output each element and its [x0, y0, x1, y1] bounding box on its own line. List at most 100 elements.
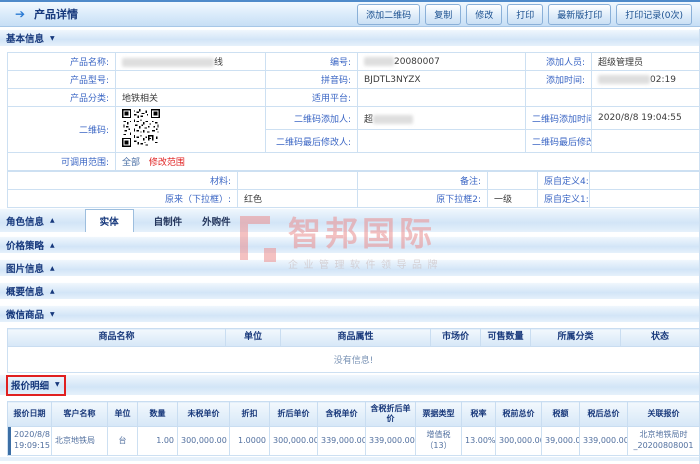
section-header-role-info[interactable]: 角色信息 ▲ 实体 自制件 外购件: [0, 208, 699, 232]
custom1-value: [590, 190, 700, 208]
goods-col-name: 商品名称: [8, 329, 226, 347]
section-header-wechat-goods[interactable]: 微信商品 ▼: [0, 305, 699, 322]
quote-related-quote: 北京地铁局时_20200808001: [628, 427, 700, 456]
category-value: 地铁相关: [116, 89, 266, 107]
print-record-button[interactable]: 打印记录(0次): [616, 4, 692, 25]
goods-table: 商品名称 单位 商品属性 市场价 可售数量 所属分类 状态 没有信息!: [7, 328, 700, 373]
no-info-text: 没有信息!: [8, 347, 700, 373]
role-tab-strip: 实体 自制件 外购件: [71, 209, 241, 232]
platform-label: 适用平台:: [266, 89, 358, 107]
qr-code: [122, 109, 160, 147]
section-header-image-info[interactable]: 图片信息 ▲: [0, 259, 699, 276]
quote-tax-rate: 13.00%: [462, 427, 496, 456]
quote-tax-amount: 39,000.00: [542, 427, 580, 456]
add-qrcode-button[interactable]: 添加二维码: [357, 4, 420, 25]
qr-modified-by-label: 二维码最后修改人:: [266, 130, 358, 153]
old-dropdown-value: 红色: [238, 190, 358, 208]
added-by-label: 添加人员:: [526, 53, 592, 71]
qrcode-label: 二维码:: [8, 107, 116, 153]
section-label-basic-info: 基本信息: [6, 31, 44, 45]
quote-col-price-after-discount: 折后单价: [270, 402, 318, 427]
quote-row[interactable]: 2020/8/8 19:09:15 北京地铁局 台 1.00 300,000.0…: [8, 427, 700, 456]
old-dropdown2-label: 原下拉框2:: [358, 190, 488, 208]
goods-col-unit: 单位: [226, 329, 281, 347]
product-name-value: 线: [116, 53, 266, 71]
quote-header-row: 报价日期 客户名称 单位 数量 未税单价 折扣 折后单价 含税单价 含税折后单价…: [8, 402, 700, 427]
material-label: 材料:: [8, 172, 238, 190]
model-label: 产品型号:: [8, 71, 116, 89]
quote-col-price-incl-tax-after-discount: 含税折后单价: [366, 402, 416, 427]
quote-total-after-tax: 339,000.00: [580, 427, 628, 456]
qr-modified-time-value: [592, 130, 700, 153]
added-time-value: 02:19: [592, 71, 700, 89]
redacted-text: [373, 115, 413, 124]
section-label-role-info: 角色信息: [6, 214, 44, 228]
goods-col-category: 所属分类: [531, 329, 621, 347]
remark-label: 备注:: [358, 172, 488, 190]
section-header-basic-info[interactable]: 基本信息 ▼: [0, 29, 699, 46]
quote-col-price-excl-tax: 未税单价: [178, 402, 230, 427]
quote-col-total-before-tax: 税前总价: [496, 402, 542, 427]
quote-col-discount: 折扣: [230, 402, 270, 427]
modify-scope-link[interactable]: 修改范围: [149, 158, 185, 168]
print-latest-button[interactable]: 最新版打印: [548, 4, 611, 25]
section-header-price-strategy[interactable]: 价格策略 ▲: [0, 236, 699, 253]
copy-button[interactable]: 复制: [425, 4, 461, 25]
print-button[interactable]: 打印: [507, 4, 543, 25]
scope-value: 全部 修改范围: [116, 153, 700, 171]
modify-button[interactable]: 修改: [466, 4, 502, 25]
chevron-down-icon: ▼: [50, 35, 55, 42]
qr-added-by-value: 超: [358, 107, 526, 130]
quote-col-date: 报价日期: [8, 402, 52, 427]
chevron-up-icon: ▲: [50, 217, 55, 224]
title-arrow-icon: ➔: [15, 8, 25, 20]
old-dropdown2-value: 一级: [488, 190, 538, 208]
product-name-label: 产品名称:: [8, 53, 116, 71]
goods-empty-row: 没有信息!: [8, 347, 700, 373]
quote-col-tax-rate: 税率: [462, 402, 496, 427]
title-bar: ➔ 产品详情 添加二维码 复制 修改 打印 最新版打印 打印记录(0次): [0, 0, 700, 27]
annotation-red-box: 报价明细 ▼: [6, 375, 66, 396]
page-content: 基本信息 ▼ 产品名称: 线 编号: 20080007 添加人员: 超级管理员 …: [0, 29, 700, 464]
custom1-label: 原自定义1:: [538, 190, 590, 208]
quote-col-tax-amount: 税额: [542, 402, 580, 427]
section-label-price-strategy: 价格策略: [6, 238, 44, 252]
quote-unit-link[interactable]: 台: [108, 427, 138, 456]
tab-self-made[interactable]: 自制件: [144, 209, 193, 232]
quote-table: 报价日期 客户名称 单位 数量 未税单价 折扣 折后单价 含税单价 含税折后单价…: [7, 401, 700, 456]
qrcode-image: [116, 107, 266, 153]
custom4-label: 原自定义4:: [538, 172, 590, 190]
section-header-summary-info[interactable]: 概要信息 ▲: [0, 282, 699, 299]
model-value: [116, 71, 266, 89]
scope-label: 可调用范围:: [8, 153, 116, 171]
quote-price-after-discount: 300,000.00: [270, 427, 318, 456]
chevron-down-icon: ▼: [50, 311, 55, 318]
quote-date: 2020/8/8 19:09:15: [8, 427, 52, 456]
tab-purchased[interactable]: 外购件: [192, 209, 241, 232]
qr-added-by-label: 二维码添加人:: [266, 107, 358, 130]
added-by-value: 超级管理员: [592, 53, 700, 71]
custom4-value: [590, 172, 700, 190]
section-label-wechat-goods: 微信商品: [6, 307, 44, 321]
qr-modified-by-value: [358, 130, 526, 153]
quote-customer: 北京地铁局: [52, 427, 108, 456]
toolbar: 添加二维码 复制 修改 打印 最新版打印 打印记录(0次): [357, 4, 692, 25]
section-label-image-info: 图片信息: [6, 261, 44, 275]
bottom-strip: [0, 457, 699, 461]
quote-col-qty: 数量: [138, 402, 178, 427]
quote-qty: 1.00: [138, 427, 178, 456]
quote-col-unit: 单位: [108, 402, 138, 427]
goods-col-market-price: 市场价: [431, 329, 481, 347]
qr-modified-time-label: 二维码最后修改时间:: [526, 130, 592, 153]
tab-entity[interactable]: 实体: [85, 209, 134, 232]
quote-discount: 1.0000: [230, 427, 270, 456]
section-header-quote-detail[interactable]: 报价明细 ▼: [0, 374, 699, 395]
chevron-up-icon: ▲: [50, 288, 55, 295]
goods-col-status: 状态: [621, 329, 700, 347]
quote-price-incl-tax: 339,000.00: [318, 427, 366, 456]
empty-label-cell: [526, 89, 592, 107]
redacted-text: [364, 57, 394, 66]
category-label: 产品分类:: [8, 89, 116, 107]
chevron-up-icon: ▲: [50, 242, 55, 249]
empty-value-cell: [592, 89, 700, 107]
